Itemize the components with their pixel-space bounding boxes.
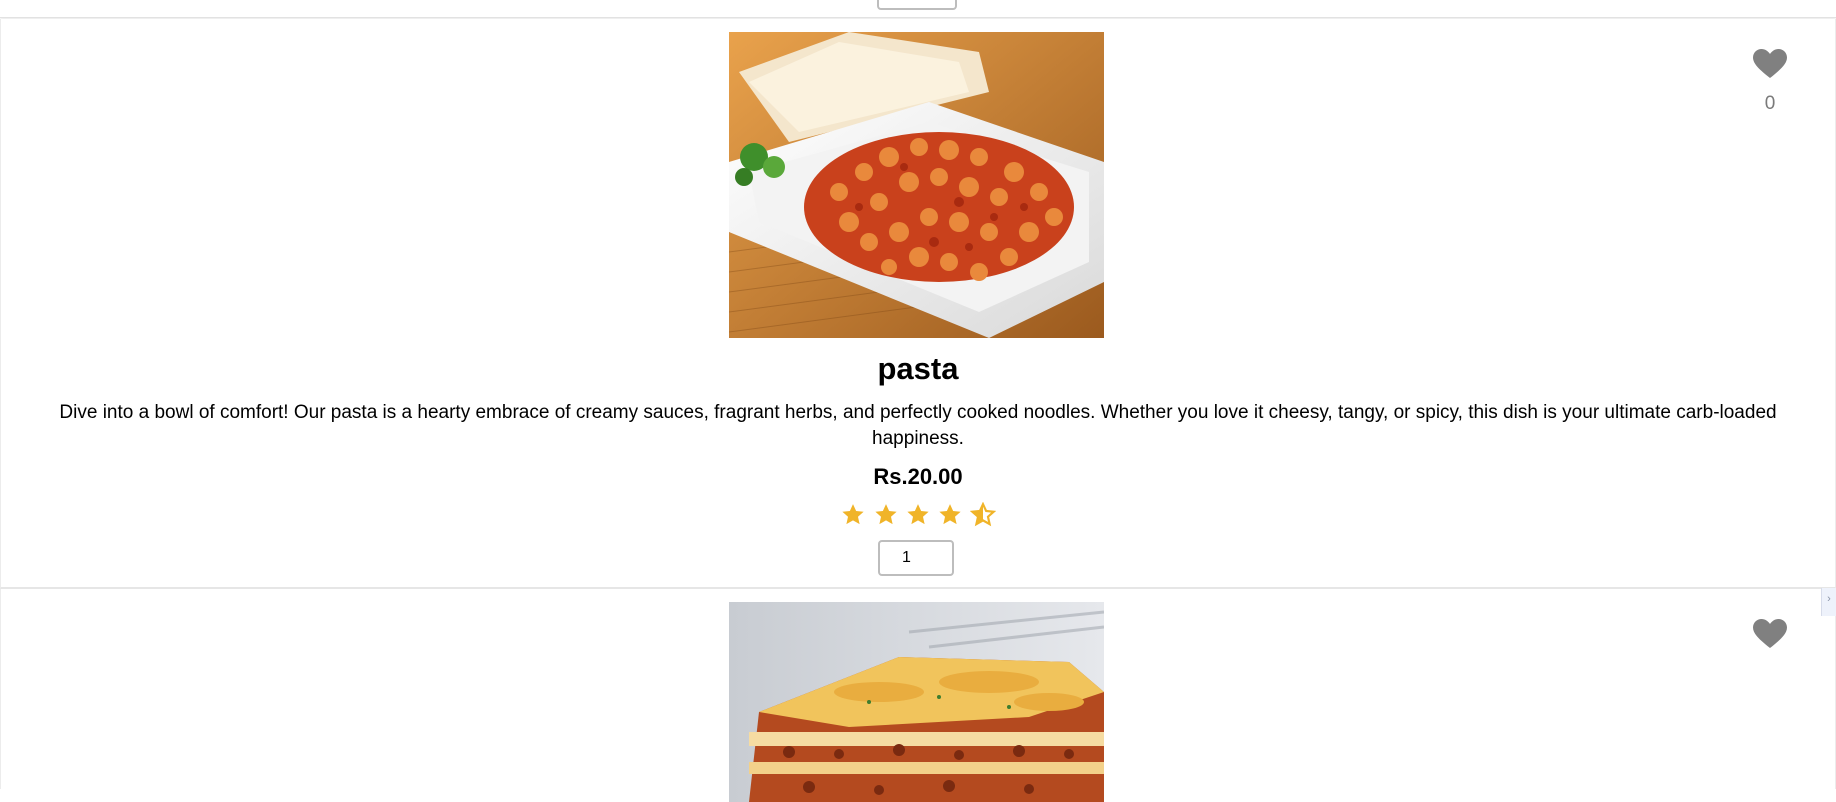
star-icon	[874, 504, 897, 525]
like-count: 0	[1764, 93, 1776, 114]
product-description: Dive into a bowl of comfort! Our pasta i…	[59, 402, 1777, 449]
heart-icon[interactable]	[1753, 619, 1787, 649]
like-control	[1750, 619, 1790, 649]
star-icon	[842, 504, 864, 525]
product-card-pasta: 0 pasta Dive into a bowl of comfort! Our…	[0, 19, 1836, 589]
previous-quantity-input[interactable]	[877, 0, 957, 10]
heart-icon[interactable]	[1753, 49, 1787, 79]
previous-card-tail	[0, 0, 1836, 18]
product-card-lasagna	[0, 589, 1836, 802]
like-control: 0	[1750, 49, 1790, 115]
quantity-input[interactable]	[878, 540, 954, 576]
pasta-image	[729, 32, 1104, 338]
lasagna-image	[729, 602, 1104, 802]
product-title: pasta	[877, 351, 959, 386]
star-icon	[907, 504, 929, 525]
star-half-icon	[969, 502, 996, 527]
star-rating	[1, 502, 1835, 528]
product-price: Rs.20.00	[873, 464, 963, 489]
chevron-right-icon[interactable]: ›	[1821, 588, 1836, 616]
star-icon	[939, 504, 962, 525]
